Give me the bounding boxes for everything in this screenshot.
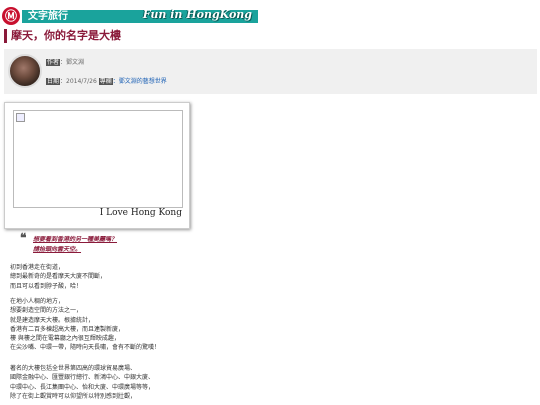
author-tag: 作者 bbox=[46, 59, 61, 66]
article-title: 摩天，你的名字是大樓 bbox=[4, 29, 121, 43]
text-line: 總到最新奇的是看摩天大廈不間斷， bbox=[10, 273, 107, 281]
text-line: 在尖沙嘴、中環一帶，隨時向天長嘯，會有不斷的驚嘆！ bbox=[10, 344, 161, 352]
pull-quote: 想要看到香港的另一種美麗嗎？ 請抬頭向雲天空。 bbox=[33, 235, 117, 255]
date-value: ：2014/7/26 bbox=[60, 78, 99, 85]
author-name: ：鄧文淵 bbox=[60, 59, 85, 66]
quote-line: 請抬頭向雲天空。 bbox=[33, 246, 82, 253]
author-line: 作者：鄧文淵 bbox=[46, 59, 84, 67]
text-line: 想要創造空間的方法之一， bbox=[10, 307, 83, 315]
date-line: 日期：2014/7/26 專欄：鄧文淵的藝想世界 bbox=[46, 78, 167, 86]
text-line: 著名的大樓包括全世界第四高的環球貿易廣場、 bbox=[10, 365, 137, 372]
text-line: 而且可以看到脖子酸，哈！ bbox=[10, 282, 83, 290]
date-tag: 日期 bbox=[46, 78, 61, 85]
broken-image-icon bbox=[16, 113, 25, 122]
paragraph-2: 在地小人稠的地方， 想要創造空間的方法之一， 就是建造摩天大樓。根據統計， 香港… bbox=[10, 297, 160, 353]
text-line: 在地小人稠的地方， bbox=[10, 298, 65, 305]
banner-english-title: Fun in HongKong bbox=[142, 8, 252, 21]
text-line: 樓 與樓之間在電幕廳之內很互輝映成趣， bbox=[10, 335, 120, 343]
section-title: 文字旅行 bbox=[28, 11, 68, 22]
text-line: 就是建造摩天大樓。根據統計， bbox=[10, 316, 95, 324]
quote-icon: ❝ bbox=[20, 231, 27, 245]
author-avatar bbox=[8, 54, 42, 88]
column-link[interactable]: ：鄧文淵的藝想世界 bbox=[113, 78, 167, 85]
text-line: 初到香港走在街道， bbox=[10, 264, 65, 271]
paragraph-1: 初到香港走在街道， 總到最新奇的是看摩天大廈不間斷， 而且可以看到脖子酸，哈！ bbox=[10, 263, 106, 291]
mtr-logo-icon: Ⓜ bbox=[2, 7, 20, 25]
photo-frame: I Love Hong Kong bbox=[4, 102, 190, 229]
paragraph-3: 著名的大樓包括全世界第四高的環球貿易廣場、 國際金融中心、匯豐銀行總行、新鴻中心… bbox=[10, 364, 154, 401]
text-line: 中環中心、長江集團中心、怡和大廈、中環廣場等等， bbox=[10, 383, 155, 391]
photo-caption: I Love Hong Kong bbox=[99, 208, 182, 218]
photo-image[interactable] bbox=[13, 110, 183, 208]
text-line: 國際金融中心、匯豐銀行總行、新鴻中心、中銀大廈、 bbox=[10, 374, 155, 382]
quote-line: 想要看到香港的另一種美麗嗎？ bbox=[33, 236, 118, 243]
author-info-box bbox=[4, 49, 537, 94]
header-banner: Ⓜ 文字旅行 Fun in HongKong bbox=[0, 4, 258, 25]
column-tag: 專欄 bbox=[98, 78, 113, 85]
text-line: 香港有二百多棟超高大樓，而且連製新廈， bbox=[10, 325, 125, 333]
text-line: 除了在街上觀賞時可以仰望所以特別感到壯觀， bbox=[10, 392, 137, 400]
